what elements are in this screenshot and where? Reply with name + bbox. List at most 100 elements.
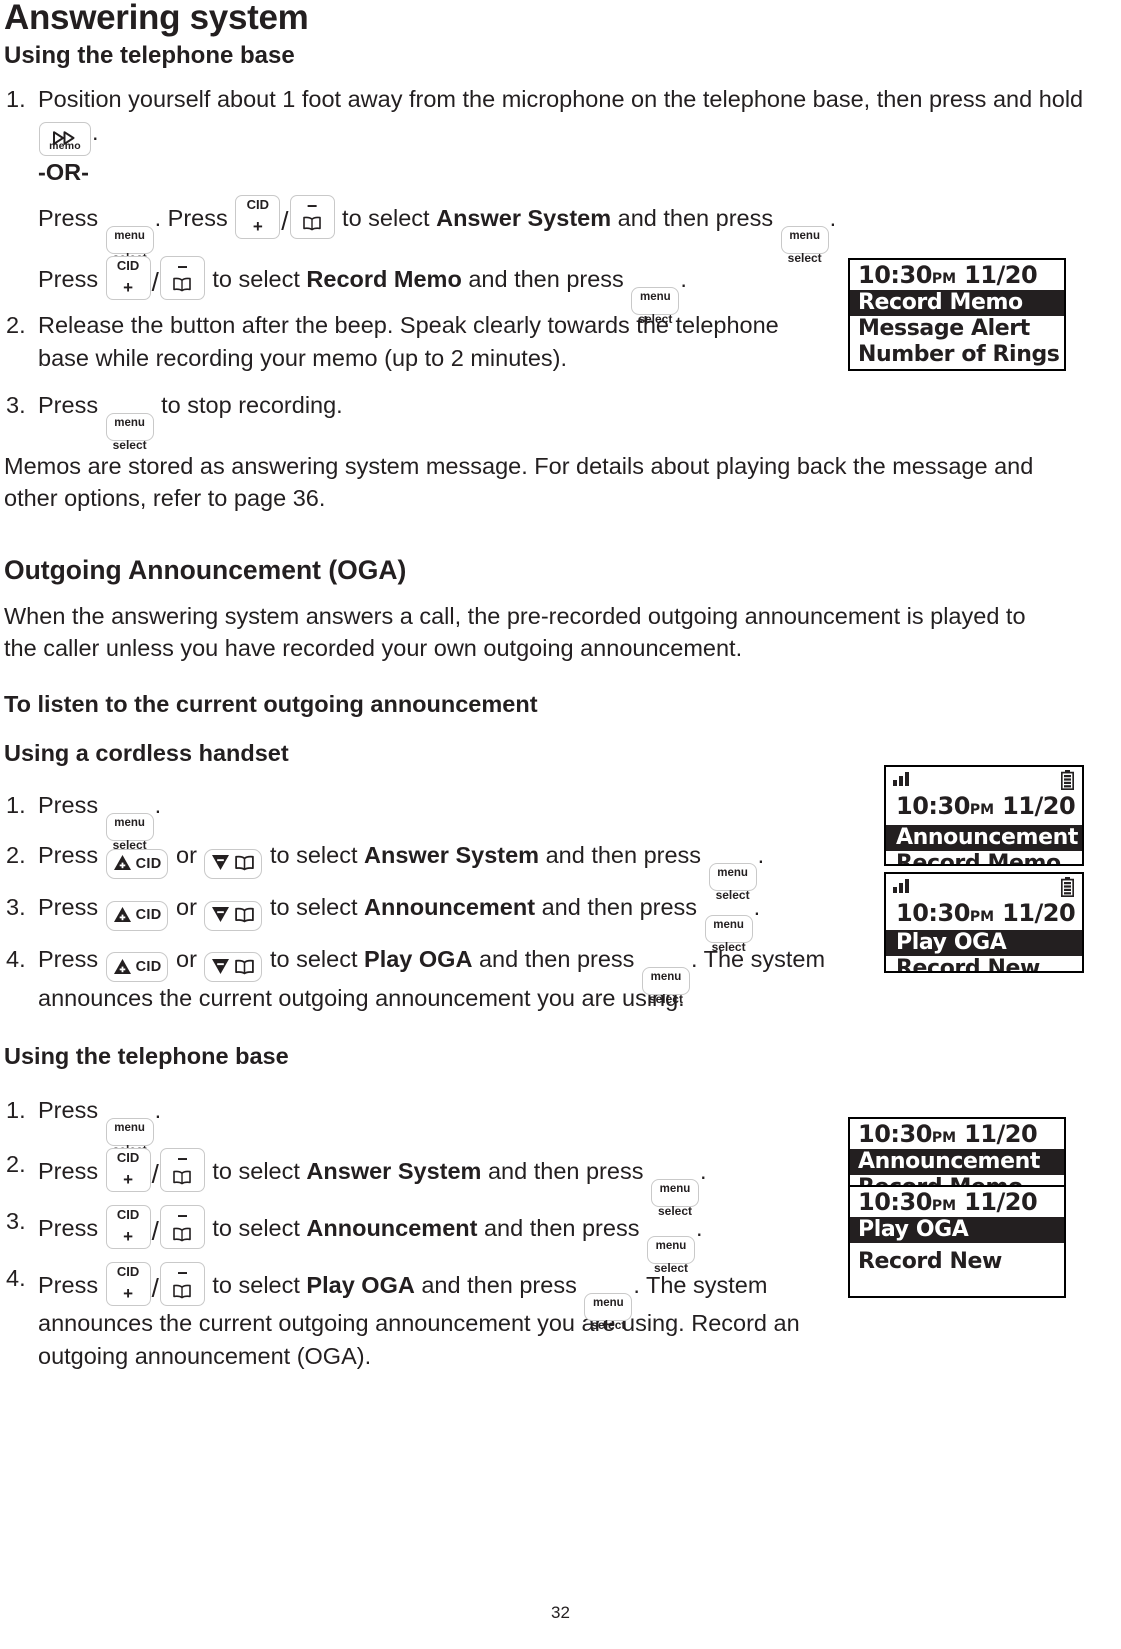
step-text-part: and then press	[539, 842, 708, 869]
cid-up-key[interactable]: CID +	[105, 1205, 151, 1250]
menu-select-key[interactable]: menuselect	[630, 273, 680, 325]
lcd-menu-item[interactable]: Record New	[886, 956, 1082, 971]
section-heading-using-base: Using the telephone base	[4, 41, 295, 69]
step-text-part: .	[154, 1097, 162, 1124]
menu-key-label: menu	[114, 229, 145, 242]
cid-up-key[interactable]: CID +	[105, 1148, 151, 1193]
menu-select-key-box: menuselect	[780, 225, 829, 264]
menu-select-key[interactable]: menu select	[650, 1165, 700, 1217]
lcd-meridiem: PM	[931, 1198, 957, 1214]
lcd-display-handset-play-oga: 10:30PM 11/20 Play OGA Record New	[884, 872, 1084, 973]
menu-select-key[interactable]: menu select	[708, 849, 758, 901]
step-text-part: . Press	[154, 204, 235, 231]
select-key-label: select	[657, 1204, 692, 1219]
plus-key-label: +	[123, 1170, 134, 1190]
select-key-label: select	[591, 1318, 626, 1333]
menu-select-key[interactable]: menuselect	[105, 212, 155, 264]
phonebook-icon	[161, 1166, 204, 1190]
step-text-part: Press	[38, 842, 105, 869]
phonebook-icon	[161, 1223, 204, 1247]
memo-note-paragraph: Memos are stored as answering system mes…	[4, 452, 1034, 511]
menu-item-name: Play OGA	[306, 1272, 415, 1299]
lcd-meridiem: PM	[931, 271, 957, 287]
step-text-part: .	[829, 204, 837, 231]
menu-select-key[interactable]: menuselect	[704, 901, 754, 953]
lcd-date: 11/20	[1002, 792, 1076, 820]
phonebook-icon	[234, 852, 255, 876]
menu-select-key[interactable]: menuselect	[105, 1104, 155, 1156]
select-key-label: select	[648, 991, 683, 1006]
minus-phonebook-key[interactable]: −	[159, 1205, 205, 1250]
handset-up-cid-key[interactable]: CID	[105, 848, 169, 879]
step-text-part: and then press	[481, 1158, 650, 1185]
down-triangle-minus-icon	[211, 852, 230, 876]
minus-phonebook-key[interactable]: −	[159, 1262, 205, 1307]
lcd-menu-item[interactable]: Number of Rings	[850, 342, 1064, 368]
lcd-time: 10:30	[858, 1120, 932, 1148]
lcd-menu-item-selected[interactable]: Announcement	[850, 1149, 1064, 1175]
minus-phonebook-key[interactable]: −	[289, 194, 335, 239]
plus-key-label: +	[123, 277, 134, 297]
cid-up-key[interactable]: CID +	[105, 255, 151, 300]
cid-up-key[interactable]: CID +	[235, 194, 281, 239]
menu-select-key[interactable]: menuselect	[641, 953, 691, 1005]
handset-up-cid-key[interactable]: CID	[105, 900, 169, 931]
phonebook-icon	[234, 904, 255, 928]
step-text-part: .	[680, 265, 687, 292]
menu-select-key[interactable]: menuselect	[646, 1222, 696, 1274]
select-key-label: select	[112, 437, 147, 452]
menu-key-label: menu	[717, 867, 748, 880]
menu-select-key-box: menuselect	[105, 813, 154, 851]
handset-down-phonebook-key[interactable]	[204, 900, 263, 931]
lcd-menu-item-selected[interactable]: Announcement	[886, 825, 1082, 851]
list-item: 4. Press CID + / − to select Play OGA and t…	[0, 1262, 820, 1373]
menu-select-key[interactable]: menuselect	[583, 1279, 633, 1331]
fast-forward-icon	[40, 126, 90, 145]
menu-item-name: Answer System	[364, 842, 540, 869]
menu-key-label: menu	[655, 1240, 687, 1253]
cid-up-key[interactable]: CID +	[105, 1262, 151, 1307]
menu-item-name: Answer System	[436, 204, 612, 231]
lcd-menu-item[interactable]: Call Screening	[850, 368, 1064, 369]
step-text-part: .	[92, 119, 99, 146]
minus-phonebook-key[interactable]: −	[159, 1148, 205, 1193]
lcd-date: 11/20	[964, 1188, 1038, 1216]
memo-key-label: memo	[49, 140, 81, 153]
step-text-part: to select	[263, 945, 365, 972]
handset-up-cid-key[interactable]: CID	[105, 952, 169, 983]
handset-heading: Using a cordless handset	[4, 740, 289, 766]
lcd-menu-item[interactable]: Record Memo	[886, 851, 1082, 864]
lcd-menu-item-selected[interactable]: Play OGA	[886, 930, 1082, 956]
lcd-display-record-memo: 10:30PM 11/20 Record Memo Message Alert N…	[848, 258, 1066, 371]
list-item: 3. Press menu select to stop recording.	[0, 389, 1121, 451]
step-text-part: or	[169, 842, 204, 869]
menu-select-key[interactable]: menuselect	[780, 212, 830, 264]
menu-key-label: menu	[659, 1183, 691, 1196]
handset-down-phonebook-key[interactable]	[204, 848, 263, 879]
cid-key-label: CID	[116, 257, 140, 273]
step-number: 3.	[6, 893, 26, 920]
plus-key-label: +	[252, 216, 263, 236]
up-triangle-plus-icon	[113, 956, 132, 980]
lcd-menu-item[interactable]: Message Alert	[850, 316, 1064, 342]
menu-select-key-box: menuselect	[641, 966, 690, 1005]
step-text-part: and then press	[611, 204, 780, 231]
menu-select-key[interactable]: menuselect	[105, 799, 155, 851]
lcd-menu-item[interactable]: Record New	[850, 1249, 1064, 1275]
lcd-datetime-row: 10:30PM 11/20	[886, 791, 1082, 821]
menu-key-label: menu	[114, 416, 145, 429]
handset-down-phonebook-key[interactable]	[204, 952, 263, 983]
lcd-menu-item-selected[interactable]: Play OGA	[850, 1217, 1064, 1243]
lcd-menu-item-selected[interactable]: Record Memo	[850, 290, 1064, 316]
lcd-time: 10:30	[858, 261, 932, 289]
step-text-part: Press	[38, 204, 105, 231]
minus-phonebook-key[interactable]: −	[159, 255, 205, 300]
step-text-part: .	[154, 792, 162, 819]
select-key-label: select	[715, 888, 750, 903]
memo-button-key[interactable]: memo	[39, 122, 91, 157]
step-text: Press CID + / − to select Play OGA and then…	[38, 1262, 820, 1373]
oga-lead-heading: To listen to the current outgoing announ…	[4, 690, 538, 717]
lcd-meridiem: PM	[969, 909, 995, 925]
cid-key-label: CID	[246, 196, 269, 212]
menu-select-key[interactable]: menu select	[105, 399, 155, 451]
